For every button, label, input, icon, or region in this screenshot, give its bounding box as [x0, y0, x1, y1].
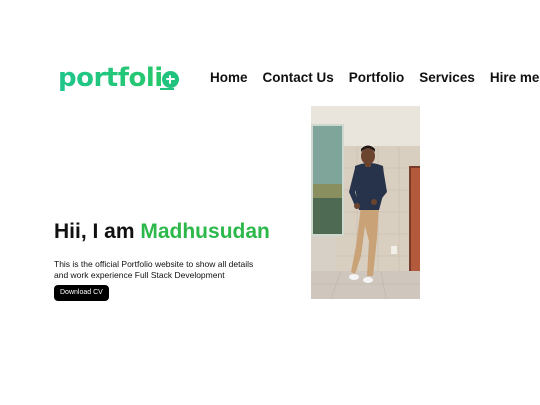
nav-home[interactable]: Home	[210, 70, 248, 85]
profile-photo	[311, 106, 420, 299]
hero-greeting: Hii, I am	[54, 220, 141, 243]
plus-circle-icon	[161, 70, 179, 88]
main-nav: Home Contact Us Portfolio Services Hire …	[210, 70, 539, 85]
download-cv-button[interactable]: Download CV	[54, 285, 109, 301]
hero-description: This is the official Portfolio website t…	[54, 259, 254, 280]
person-leaning-on-wall-icon	[311, 106, 420, 299]
nav-services[interactable]: Services	[419, 70, 475, 85]
hero-title: Hii, I am Madhusudan	[54, 220, 270, 244]
nav-hire-me[interactable]: Hire me	[490, 70, 540, 85]
portfolio-page: portfoli Home Contact Us Portfolio Servi…	[0, 0, 540, 405]
logo-text: portfoli	[58, 63, 163, 93]
nav-portfolio[interactable]: Portfolio	[349, 70, 405, 85]
logo[interactable]: portfoli	[58, 58, 179, 98]
hero-name: Madhusudan	[140, 220, 270, 243]
logo-underline	[160, 88, 174, 90]
nav-contact-us[interactable]: Contact Us	[263, 70, 334, 85]
